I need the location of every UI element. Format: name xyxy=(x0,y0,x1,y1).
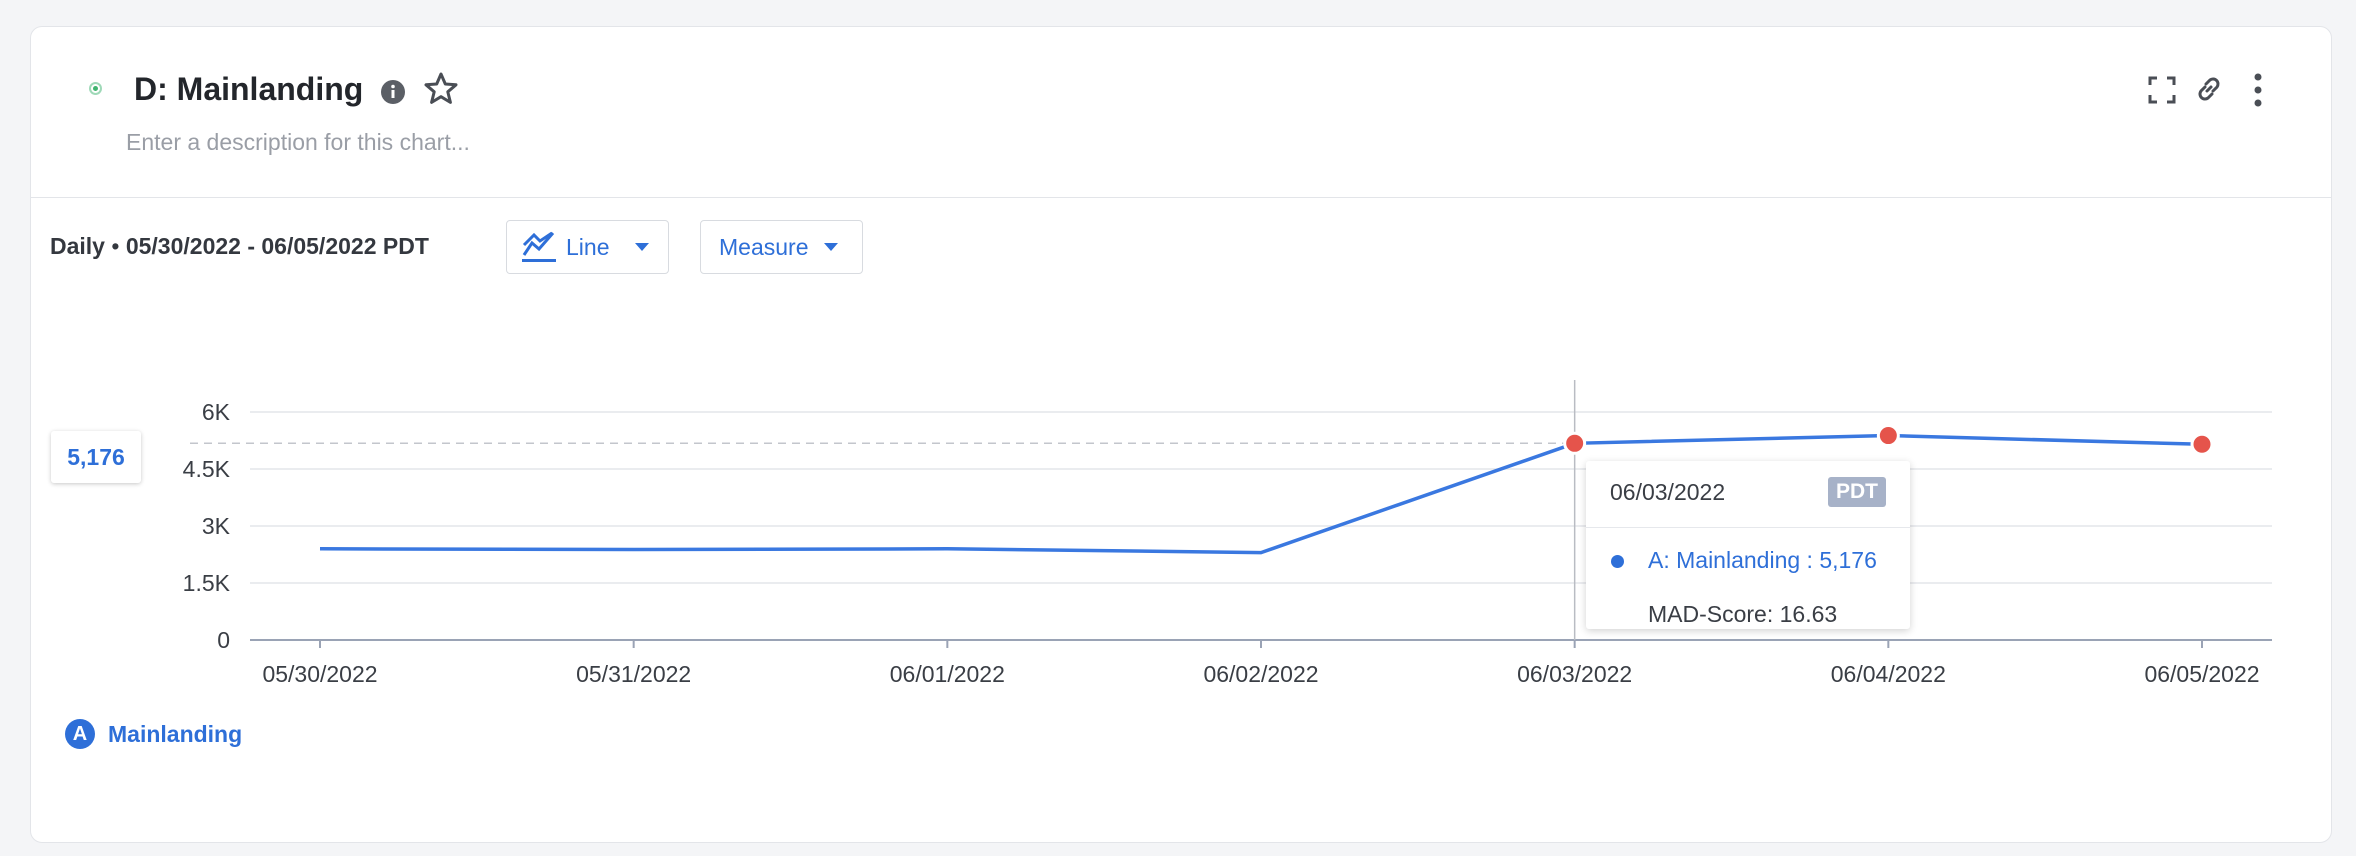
tooltip-series-value: A: Mainlanding : 5,176 xyxy=(1648,547,1877,573)
tooltip-timezone-badge: PDT xyxy=(1828,477,1886,507)
anomaly-point xyxy=(1876,424,1900,448)
anomaly-point xyxy=(1563,431,1587,455)
x-tick-label: 06/04/2022 xyxy=(1831,661,1946,687)
series-line xyxy=(319,433,2203,555)
series-color-dot xyxy=(1611,555,1624,568)
x-tick-label: 06/01/2022 xyxy=(890,661,1005,687)
legend-series-badge[interactable]: A xyxy=(65,719,95,749)
x-tick-label: 05/31/2022 xyxy=(576,661,691,687)
y-tick-label: 3K xyxy=(202,513,231,539)
x-tick-label: 06/02/2022 xyxy=(1203,661,1318,687)
anomaly-point xyxy=(2190,432,2214,456)
legend-series-label[interactable]: Mainlanding xyxy=(108,721,242,748)
x-tick-label: 05/30/2022 xyxy=(262,661,377,687)
y-tick-label: 6K xyxy=(202,399,231,425)
y-tick-label: 0 xyxy=(217,627,230,653)
line-chart[interactable]: 0 1.5K 3K 4.5K 6K 05/30/2022 05/31/2022 06/01/2… xyxy=(0,0,2356,856)
hover-value-label: 5,176 xyxy=(51,431,141,483)
tooltip-divider xyxy=(1586,527,1910,528)
tooltip-date: 06/03/2022 xyxy=(1610,479,1726,505)
tooltip-mad-score: MAD-Score: 16.63 xyxy=(1648,601,1838,627)
y-tick-label: 4.5K xyxy=(183,456,231,482)
x-tick-label: 06/03/2022 xyxy=(1517,661,1632,687)
chart-tooltip: 06/03/2022 PDT A: Mainlanding : 5,176 MA… xyxy=(1586,461,1910,629)
y-tick-label: 1.5K xyxy=(183,570,231,596)
x-tick-label: 06/05/2022 xyxy=(2144,661,2259,687)
